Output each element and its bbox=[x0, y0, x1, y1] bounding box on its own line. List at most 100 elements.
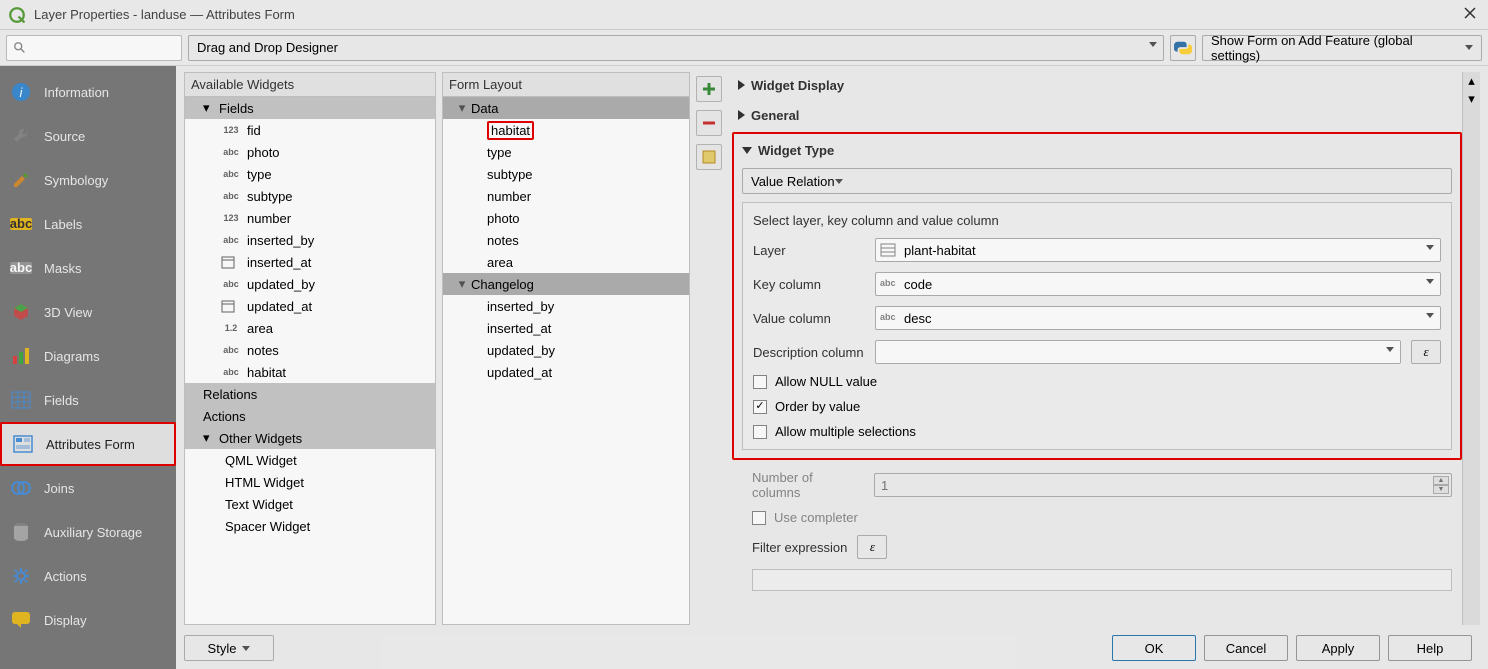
collapse-icon[interactable]: ▾ bbox=[453, 100, 471, 116]
field-item: inserted_at bbox=[185, 251, 435, 273]
mask-icon: abc bbox=[10, 257, 32, 279]
sidebar-item-attributes-form[interactable]: Attributes Form bbox=[0, 422, 176, 466]
available-widgets-panel: Available Widgets ▾Fields 123fid abcphot… bbox=[184, 72, 436, 625]
text-icon: abc bbox=[221, 191, 241, 201]
sidebar-item-masks[interactable]: abc Masks bbox=[0, 246, 176, 290]
group-actions[interactable]: Actions bbox=[185, 405, 435, 427]
allow-null-checkbox[interactable]: Allow NULL value bbox=[753, 374, 1441, 389]
sidebar-item-source[interactable]: Source bbox=[0, 114, 176, 158]
ok-button[interactable]: OK bbox=[1112, 635, 1196, 661]
layout-item[interactable]: inserted_at bbox=[443, 317, 689, 339]
sidebar-item-display[interactable]: Display bbox=[0, 598, 176, 642]
add-tab-button[interactable] bbox=[696, 76, 722, 102]
layout-item[interactable]: area bbox=[443, 251, 689, 273]
close-icon[interactable] bbox=[1464, 7, 1480, 23]
layout-item[interactable]: updated_by bbox=[443, 339, 689, 361]
chevron-down-icon bbox=[242, 646, 250, 651]
datetime-icon bbox=[221, 299, 241, 313]
layer-combo[interactable]: plant-habitat bbox=[875, 238, 1441, 262]
sidebar-item-symbology[interactable]: Symbology bbox=[0, 158, 176, 202]
scroll-down-icon[interactable]: ▾ bbox=[1463, 90, 1480, 108]
form-layout-panel: Form Layout ▾Data habitat type subtype n… bbox=[442, 72, 690, 625]
gear-icon bbox=[10, 565, 32, 587]
sidebar-item-3dview[interactable]: 3D View bbox=[0, 290, 176, 334]
search-input[interactable] bbox=[6, 35, 182, 61]
collapse-icon[interactable]: ▾ bbox=[203, 430, 219, 446]
layout-item[interactable]: subtype bbox=[443, 163, 689, 185]
group-relations[interactable]: Relations bbox=[185, 383, 435, 405]
sidebar-item-labels[interactable]: abc Labels bbox=[0, 202, 176, 246]
layout-item[interactable]: updated_at bbox=[443, 361, 689, 383]
widget-type-combo[interactable]: Value Relation bbox=[742, 168, 1452, 194]
layout-item[interactable]: photo bbox=[443, 207, 689, 229]
join-icon bbox=[10, 477, 32, 499]
description-column-row: Description column ε bbox=[753, 340, 1441, 364]
number-of-columns-spin[interactable]: 1 ▲▼ bbox=[874, 473, 1452, 497]
spin-down-icon[interactable]: ▼ bbox=[1433, 485, 1449, 494]
sidebar-item-diagrams[interactable]: Diagrams bbox=[0, 334, 176, 378]
layer-row: Layer plant-habitat bbox=[753, 238, 1441, 262]
collapse-icon[interactable]: ▾ bbox=[453, 276, 471, 292]
group-fields[interactable]: ▾Fields bbox=[185, 97, 435, 119]
allow-multiple-checkbox[interactable]: Allow multiple selections bbox=[753, 424, 1441, 439]
expression-button[interactable]: ε bbox=[1411, 340, 1441, 364]
help-button[interactable]: Help bbox=[1388, 635, 1472, 661]
show-form-combo[interactable]: Show Form on Add Feature (global setting… bbox=[1202, 35, 1482, 61]
text-icon: abc bbox=[221, 367, 241, 377]
layout-item[interactable]: type bbox=[443, 141, 689, 163]
checkbox-checked-icon bbox=[753, 400, 767, 414]
info-icon: i bbox=[10, 81, 32, 103]
text-icon: abc bbox=[221, 279, 241, 289]
widget-display-section[interactable]: Widget Display bbox=[732, 72, 1462, 98]
layout-group-changelog[interactable]: ▾Changelog bbox=[443, 273, 689, 295]
apply-button[interactable]: Apply bbox=[1296, 635, 1380, 661]
general-section[interactable]: General bbox=[732, 102, 1462, 128]
database-icon bbox=[10, 521, 32, 543]
spin-up-icon[interactable]: ▲ bbox=[1433, 476, 1449, 485]
sidebar-item-fields[interactable]: Fields bbox=[0, 378, 176, 422]
window-title: Layer Properties - landuse — Attributes … bbox=[34, 7, 1464, 22]
layout-item-habitat[interactable]: habitat bbox=[443, 119, 689, 141]
layout-group-data[interactable]: ▾Data bbox=[443, 97, 689, 119]
wrench-icon bbox=[10, 125, 32, 147]
available-widgets-tree[interactable]: ▾Fields 123fid abcphoto abctype abcsubty… bbox=[185, 96, 435, 624]
sidebar-item-actions[interactable]: Actions bbox=[0, 554, 176, 598]
available-widgets-header: Available Widgets bbox=[185, 73, 435, 96]
chevron-down-icon bbox=[1149, 42, 1157, 47]
key-column-combo[interactable]: abc code bbox=[875, 272, 1441, 296]
layout-item[interactable]: number bbox=[443, 185, 689, 207]
vertical-scrollbar[interactable]: ▴ ▾ bbox=[1462, 72, 1480, 625]
form-icon bbox=[12, 433, 34, 455]
remove-button[interactable] bbox=[696, 110, 722, 136]
python-button[interactable] bbox=[1170, 35, 1196, 61]
scroll-up-icon[interactable]: ▴ bbox=[1463, 72, 1480, 90]
group-other[interactable]: ▾Other Widgets bbox=[185, 427, 435, 449]
layout-item[interactable]: inserted_by bbox=[443, 295, 689, 317]
use-completer-checkbox[interactable]: Use completer bbox=[752, 510, 1452, 525]
int-icon: 123 bbox=[221, 125, 241, 135]
order-by-value-checkbox[interactable]: Order by value bbox=[753, 399, 1441, 414]
value-relation-config: Select layer, key column and value colum… bbox=[742, 202, 1452, 450]
form-layout-tree[interactable]: ▾Data habitat type subtype number photo … bbox=[443, 96, 689, 624]
widget-type-section: Widget Type Value Relation Select layer,… bbox=[732, 132, 1462, 460]
expression-button[interactable]: ε bbox=[857, 535, 887, 559]
layout-item[interactable]: notes bbox=[443, 229, 689, 251]
other-widget-item: Spacer Widget bbox=[185, 515, 435, 537]
field-item: abcphoto bbox=[185, 141, 435, 163]
designer-mode-combo[interactable]: Drag and Drop Designer bbox=[188, 35, 1164, 61]
style-menu-button[interactable]: Style bbox=[184, 635, 274, 661]
widget-type-header[interactable]: Widget Type bbox=[742, 140, 1452, 160]
svg-text:abc: abc bbox=[10, 260, 32, 275]
sidebar-item-auxiliary-storage[interactable]: Auxiliary Storage bbox=[0, 510, 176, 554]
float-icon: 1.2 bbox=[221, 323, 241, 333]
text-icon: abc bbox=[221, 235, 241, 245]
sidebar-item-joins[interactable]: Joins bbox=[0, 466, 176, 510]
text-icon: abc bbox=[221, 147, 241, 157]
sidebar-item-information[interactable]: i Information bbox=[0, 70, 176, 114]
show-form-label: Show Form on Add Feature (global setting… bbox=[1211, 33, 1465, 63]
invert-selection-button[interactable] bbox=[696, 144, 722, 170]
cancel-button[interactable]: Cancel bbox=[1204, 635, 1288, 661]
description-column-combo[interactable] bbox=[875, 340, 1401, 364]
value-column-combo[interactable]: abc desc bbox=[875, 306, 1441, 330]
collapse-icon[interactable]: ▾ bbox=[203, 100, 219, 116]
